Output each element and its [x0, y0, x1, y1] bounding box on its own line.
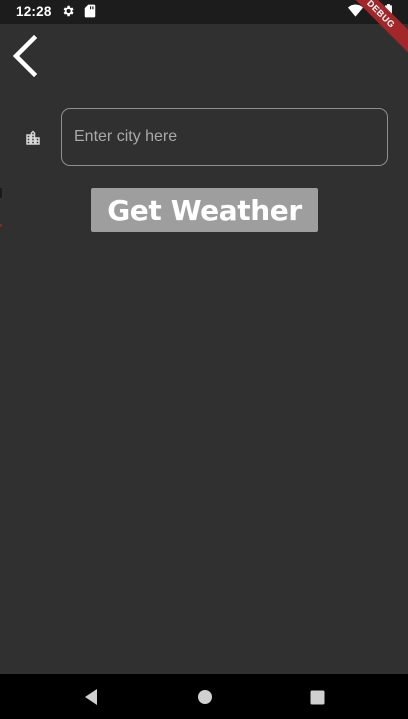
- location-city-icon: [24, 129, 42, 147]
- home-circle-icon: [198, 690, 212, 704]
- status-bar: 12:28 DEBUG: [0, 0, 408, 59]
- sd-card-icon: [84, 4, 96, 23]
- navigation-bar: [0, 674, 408, 719]
- wifi-icon: [348, 4, 363, 23]
- back-button[interactable]: [6, 33, 42, 79]
- city-input[interactable]: [61, 108, 388, 166]
- nav-home-button[interactable]: [194, 686, 216, 708]
- gear-icon: [61, 4, 75, 23]
- back-triangle-icon: [85, 689, 97, 705]
- edge-mark: [0, 224, 2, 227]
- get-weather-label: Get Weather: [107, 193, 302, 227]
- chevron-left-icon: [12, 34, 38, 78]
- edge-mark: [0, 188, 2, 198]
- nav-recents-button[interactable]: [306, 686, 328, 708]
- screen: 12:28 DEBUG Get Weather: [0, 0, 408, 719]
- get-weather-button[interactable]: Get Weather: [91, 188, 318, 232]
- recents-square-icon: [310, 690, 324, 704]
- status-time: 12:28: [16, 4, 52, 19]
- nav-back-button[interactable]: [80, 686, 102, 708]
